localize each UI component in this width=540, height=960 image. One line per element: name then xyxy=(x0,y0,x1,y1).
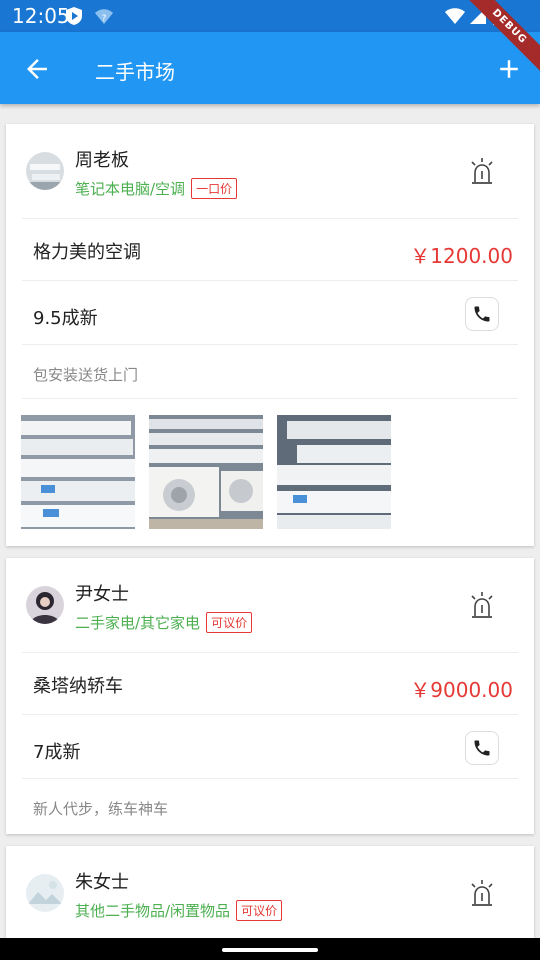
category-text: 其他二手物品/闲置物品 xyxy=(75,902,231,920)
seller-name: 朱女士 xyxy=(75,872,129,893)
svg-text:?: ? xyxy=(102,14,107,24)
listing-card[interactable]: 周老板 笔记本电脑/空调 一口价 格力美的空调 ￥1200.00 9.5成新 包安… xyxy=(6,124,534,546)
call-button[interactable] xyxy=(465,297,499,331)
avatar xyxy=(26,586,64,624)
price-type-badge: 可议价 xyxy=(206,612,253,633)
divider xyxy=(22,652,518,653)
item-title: 格力美的空调 xyxy=(33,242,141,263)
page-title: 二手市场 xyxy=(95,60,175,84)
item-condition: 7成新 xyxy=(33,742,81,763)
wifi-unknown-icon: ? xyxy=(95,9,113,24)
status-time: 12:05 xyxy=(12,4,70,28)
divider xyxy=(22,398,518,399)
report-alarm-icon[interactable] xyxy=(466,590,498,622)
phone-icon xyxy=(474,740,490,756)
item-description: 新人代步，练车神车 xyxy=(33,800,169,818)
home-gesture-handle[interactable] xyxy=(222,948,318,952)
divider xyxy=(22,714,518,715)
item-photo[interactable] xyxy=(149,415,263,529)
item-photo[interactable] xyxy=(21,415,135,529)
item-description: 包安装送货上门 xyxy=(33,366,139,384)
seller-name: 尹女士 xyxy=(75,584,129,605)
item-title: 桑塔纳轿车 xyxy=(33,676,123,697)
category-text: 笔记本电脑/空调 xyxy=(75,180,186,198)
shield-icon xyxy=(66,7,82,25)
seller-name: 周老板 xyxy=(75,150,129,171)
status-bar: 12:05 ? xyxy=(0,0,540,32)
category-label: 二手家电/其它家电 可议价 xyxy=(75,612,253,633)
item-price: ￥9000.00 xyxy=(410,678,513,702)
item-photo[interactable] xyxy=(277,415,391,529)
report-alarm-icon[interactable] xyxy=(466,156,498,188)
item-price: ￥1200.00 xyxy=(410,244,513,268)
report-alarm-icon[interactable] xyxy=(466,878,498,910)
add-icon[interactable] xyxy=(494,54,524,84)
wifi-icon xyxy=(445,8,465,24)
avatar xyxy=(26,152,64,190)
back-arrow-icon[interactable] xyxy=(22,54,52,84)
listing-card[interactable]: 尹女士 二手家电/其它家电 可议价 桑塔纳轿车 ￥9000.00 7成新 新人代步… xyxy=(6,558,534,834)
price-type-badge: 一口价 xyxy=(191,178,238,199)
listing-card[interactable]: 朱女士 其他二手物品/闲置物品 可议价 xyxy=(6,846,534,938)
system-nav-bar xyxy=(0,938,540,960)
phone-icon xyxy=(474,306,490,322)
category-label: 笔记本电脑/空调 一口价 xyxy=(75,178,238,199)
app-bar: 二手市场 xyxy=(0,32,540,104)
divider xyxy=(22,344,518,345)
avatar xyxy=(26,874,64,912)
divider xyxy=(22,778,518,779)
divider xyxy=(22,218,518,219)
divider xyxy=(22,280,518,281)
call-button[interactable] xyxy=(465,731,499,765)
item-condition: 9.5成新 xyxy=(33,308,98,329)
category-label: 其他二手物品/闲置物品 可议价 xyxy=(75,900,283,921)
price-type-badge: 可议价 xyxy=(236,900,283,921)
category-text: 二手家电/其它家电 xyxy=(75,614,201,632)
